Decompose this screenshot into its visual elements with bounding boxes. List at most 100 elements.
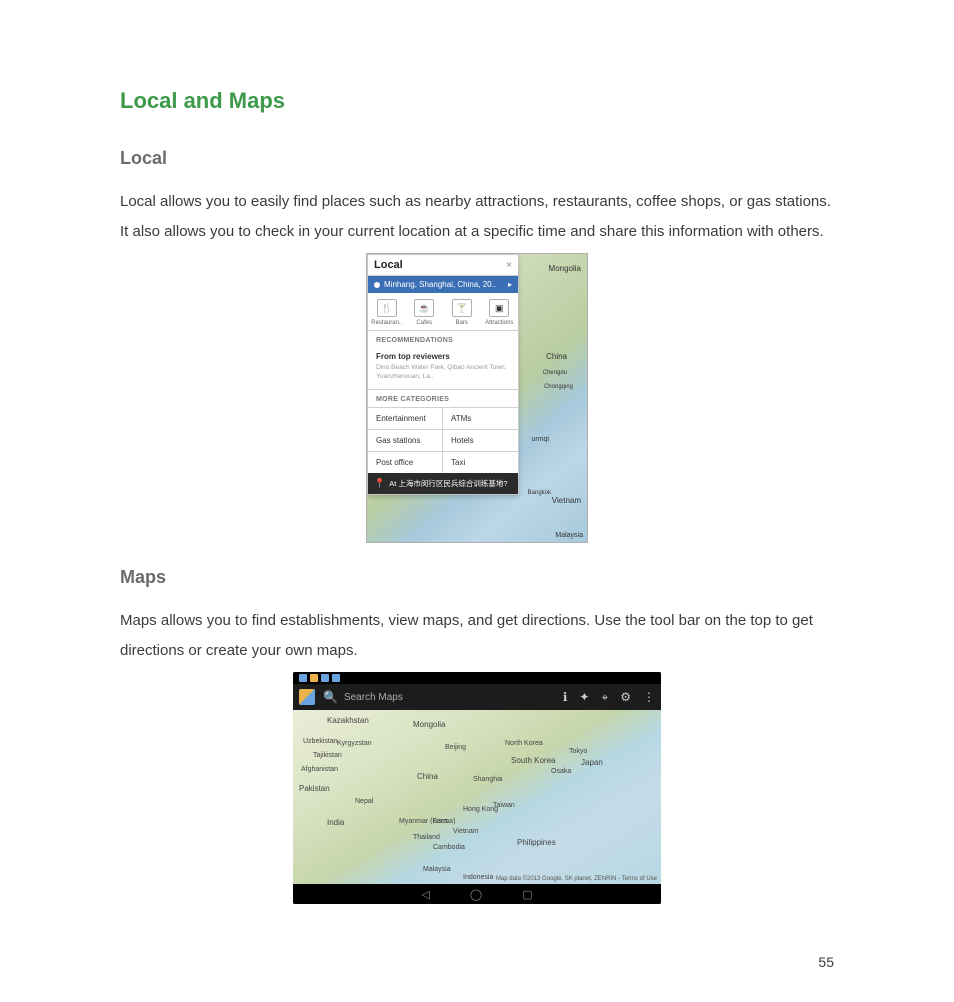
maps-screenshot: 🔍 Search Maps ℹ ✦ ⌖ ⚙ ⋮ Kazakhstan Mongo… xyxy=(293,672,661,904)
map-label-cambodia: Cambodia xyxy=(433,844,465,851)
map-label-tokyo: Tokyo xyxy=(569,748,587,755)
map-label-kazakhstan: Kazakhstan xyxy=(327,716,369,725)
map-label-malaysia: Malaysia xyxy=(423,866,451,873)
category-bars[interactable]: 🍸 Bars xyxy=(443,293,481,330)
map-label-malaysia: Malaysia xyxy=(555,532,583,539)
recommendation-subtitle: Dino Beach Water Park, Qibao Ancient Tow… xyxy=(376,363,510,381)
location-text: Minhang, Shanghai, China, 20.. xyxy=(384,280,496,289)
map-viewport[interactable]: Kazakhstan Mongolia Uzbekistan Kyrgyzsta… xyxy=(293,710,661,884)
chevron-right-icon: ▸ xyxy=(508,280,512,289)
local-panel-title: Local xyxy=(374,259,403,271)
category-label: Bars xyxy=(456,320,468,326)
maps-toolbar: 🔍 Search Maps ℹ ✦ ⌖ ⚙ ⋮ xyxy=(293,684,661,710)
overflow-menu-icon[interactable]: ⋮ xyxy=(643,690,655,705)
map-label-vietnam: Vietnam xyxy=(552,496,581,505)
more-category-hotels[interactable]: Hotels xyxy=(443,429,518,451)
more-categories-heading: MORE CATEGORIES xyxy=(368,390,518,407)
status-icon xyxy=(310,674,318,682)
status-icon xyxy=(321,674,329,682)
map-label-chongqing: Chongqing xyxy=(544,384,573,390)
search-icon: 🔍 xyxy=(323,690,338,704)
map-label-china: China xyxy=(417,772,438,781)
section-body-local: Local allows you to easily find places s… xyxy=(120,187,834,247)
map-label-india: India xyxy=(327,818,344,827)
figure-maps: 🔍 Search Maps ℹ ✦ ⌖ ⚙ ⋮ Kazakhstan Mongo… xyxy=(120,666,834,904)
my-location-icon[interactable]: ⌖ xyxy=(601,690,608,705)
home-icon[interactable]: ◯ xyxy=(470,888,482,901)
status-bar xyxy=(293,672,661,684)
map-label-china: China xyxy=(546,352,567,361)
map-label-shanghai: Shanghai xyxy=(473,776,503,783)
more-category-gas-stations[interactable]: Gas stations xyxy=(368,429,443,451)
map-label-osaka: Osaka xyxy=(551,768,571,775)
map-label-indonesia: Indonesia xyxy=(463,874,493,881)
map-label-bangkok: Bangkok xyxy=(528,490,551,496)
recommendations-heading: RECOMMENDATIONS xyxy=(368,331,518,348)
category-label: Cafes xyxy=(416,320,432,326)
status-icon xyxy=(332,674,340,682)
checkin-footer[interactable]: 📍 At 上海市闵行区民兵综合训练基地? xyxy=(368,473,518,494)
map-label-mongolia: Mongolia xyxy=(413,720,445,729)
map-label-tajikistan: Tajikistan xyxy=(313,752,342,759)
map-label-japan: Japan xyxy=(581,758,603,767)
section-heading-maps: Maps xyxy=(120,567,834,588)
more-categories-grid: Entertainment ATMs Gas stations Hotels P… xyxy=(368,407,518,473)
status-icon xyxy=(299,674,307,682)
local-panel-header: Local × xyxy=(368,255,518,276)
layers-icon[interactable]: ✦ xyxy=(579,690,589,705)
map-label-afghanistan: Afghanistan xyxy=(301,766,338,773)
map-label-mongolia: Mongolia xyxy=(549,264,581,273)
search-placeholder: Search Maps xyxy=(344,692,403,703)
category-restaurants[interactable]: 🍴 Restauran.. xyxy=(368,293,406,330)
location-row[interactable]: Minhang, Shanghai, China, 20.. ▸ xyxy=(368,276,518,293)
map-label-beijing: Beijing xyxy=(445,744,466,751)
section-heading-local: Local xyxy=(120,148,834,169)
map-label-urmqi: urmqi xyxy=(531,436,549,443)
cafes-icon: ☕ xyxy=(414,299,434,317)
map-label-thailand: Thailand xyxy=(413,834,440,841)
category-cafes[interactable]: ☕ Cafes xyxy=(406,293,444,330)
more-category-entertainment[interactable]: Entertainment xyxy=(368,407,443,429)
more-category-atms[interactable]: ATMs xyxy=(443,407,518,429)
settings-icon[interactable]: ⚙ xyxy=(620,690,631,705)
local-screenshot: Mongolia China Chengdu Chongqing urmqi B… xyxy=(366,253,588,543)
figure-local: Mongolia China Chengdu Chongqing urmqi B… xyxy=(120,247,834,543)
bars-icon: 🍸 xyxy=(452,299,472,317)
toolbar-icons: ℹ ✦ ⌖ ⚙ ⋮ xyxy=(563,690,655,705)
map-label-nepal: Nepal xyxy=(355,798,373,805)
category-row: 🍴 Restauran.. ☕ Cafes 🍸 Bars ▣ Attractio… xyxy=(368,293,518,331)
map-label-hongkong: Hong Kong xyxy=(463,806,498,813)
map-label-pakistan: Pakistan xyxy=(299,784,330,793)
location-dot-icon xyxy=(374,282,380,288)
page-number: 55 xyxy=(818,954,834,970)
local-panel: Local × Minhang, Shanghai, China, 20.. ▸… xyxy=(367,254,519,495)
map-attribution: Map data ©2013 Google, SK planet, ZENRIN… xyxy=(496,876,657,882)
more-category-post-office[interactable]: Post office xyxy=(368,451,443,473)
document-page: Local and Maps Local Local allows you to… xyxy=(0,0,954,1002)
device-nav-bar: ◁ ◯ ▢ xyxy=(293,884,661,904)
category-attractions[interactable]: ▣ Attractions xyxy=(481,293,519,330)
maps-app-icon[interactable] xyxy=(299,689,315,705)
category-label: Attractions xyxy=(485,320,513,326)
map-label-philippines: Philippines xyxy=(517,838,556,847)
map-label-north-korea: North Korea xyxy=(505,740,543,747)
restaurants-icon: 🍴 xyxy=(377,299,397,317)
attractions-icon: ▣ xyxy=(489,299,509,317)
more-category-taxi[interactable]: Taxi xyxy=(443,451,518,473)
back-icon[interactable]: ◁ xyxy=(421,888,429,901)
recent-apps-icon[interactable]: ▢ xyxy=(522,888,532,901)
map-label-laos: Laos xyxy=(433,818,448,825)
map-label-uzbekistan: Uzbekistan xyxy=(303,738,338,745)
page-title: Local and Maps xyxy=(120,88,834,114)
checkin-text: At 上海市闵行区民兵综合训练基地? xyxy=(389,478,507,489)
map-label-kyrgyzstan: Kyrgyzstan xyxy=(337,740,372,747)
recommendation-item[interactable]: From top reviewers Dino Beach Water Park… xyxy=(368,348,518,390)
info-icon[interactable]: ℹ xyxy=(563,690,568,705)
map-label-vietnam: Vietnam xyxy=(453,828,479,835)
map-label-chengdu: Chengdu xyxy=(543,370,567,376)
category-label: Restauran.. xyxy=(371,320,402,326)
close-icon[interactable]: × xyxy=(506,260,512,271)
map-label-south-korea: South Korea xyxy=(511,756,555,765)
pin-icon: 📍 xyxy=(374,478,385,489)
search-field[interactable]: 🔍 Search Maps xyxy=(323,690,555,704)
